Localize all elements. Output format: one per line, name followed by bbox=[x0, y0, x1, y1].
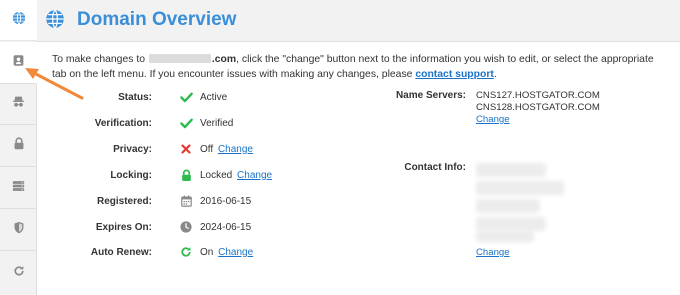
privacy-state: Off bbox=[200, 143, 214, 155]
detail-row-autorenew: Auto Renew: On Change bbox=[52, 243, 382, 261]
status-value: Active bbox=[200, 91, 228, 103]
contact-change-link[interactable]: Change bbox=[476, 247, 510, 258]
check-icon bbox=[176, 118, 196, 129]
locking-label: Locking: bbox=[110, 169, 152, 181]
registered-value: 2016-06-15 bbox=[200, 195, 252, 207]
shield-icon bbox=[13, 221, 25, 239]
sidebar-item-locking[interactable] bbox=[0, 126, 37, 167]
refresh-icon bbox=[176, 246, 196, 258]
sidebar-item-renewal[interactable] bbox=[0, 252, 37, 293]
globe-icon bbox=[45, 9, 65, 34]
nameservers-change-link[interactable]: Change bbox=[476, 114, 510, 125]
lock-icon bbox=[13, 137, 25, 155]
detail-row-registered: Registered: 2016-06-15 bbox=[52, 192, 382, 210]
check-icon bbox=[176, 92, 196, 103]
privacy-change-link[interactable]: Change bbox=[218, 144, 253, 155]
renew-icon bbox=[13, 264, 25, 282]
verification-value: Verified bbox=[200, 117, 234, 129]
domain-suffix: .com bbox=[211, 54, 237, 65]
x-icon bbox=[176, 144, 196, 154]
autorenew-change-link[interactable]: Change bbox=[218, 247, 253, 258]
detail-row-locking: Locking: Locked Change bbox=[52, 166, 382, 184]
detail-row-status: Status: Active bbox=[52, 88, 382, 106]
locking-state: Locked bbox=[200, 169, 233, 181]
clock-icon bbox=[176, 221, 196, 233]
privacy-label: Privacy: bbox=[113, 143, 152, 155]
nameservers-label: Name Servers: bbox=[395, 90, 466, 101]
registered-label: Registered: bbox=[96, 195, 152, 207]
detail-row-verification: Verification: Verified bbox=[52, 114, 382, 132]
autorenew-state: On bbox=[200, 246, 214, 258]
redacted-domain bbox=[148, 54, 211, 63]
verification-label: Verification: bbox=[94, 117, 152, 129]
globe-icon bbox=[12, 11, 26, 30]
contact-info-label: Contact Info: bbox=[404, 162, 466, 173]
expires-value: 2024-06-15 bbox=[200, 221, 252, 233]
sidebar-item-nameservers[interactable] bbox=[0, 168, 37, 209]
privacy-value: Off Change bbox=[200, 144, 253, 155]
locking-value: Locked Change bbox=[200, 170, 272, 181]
calendar-icon bbox=[176, 195, 196, 207]
detail-row-expires: Expires On: 2024-06-15 bbox=[52, 218, 382, 236]
lock-icon bbox=[176, 169, 196, 182]
page-title: Domain Overview bbox=[77, 9, 237, 30]
nameserver-2: CNS128.HOSTGATOR.COM bbox=[476, 102, 600, 113]
contact-support-link[interactable]: contact support bbox=[415, 69, 494, 80]
autorenew-value: On Change bbox=[200, 247, 253, 258]
locking-change-link[interactable]: Change bbox=[237, 170, 272, 181]
server-icon bbox=[12, 179, 25, 197]
intro-text: To make changes to .com, click the "chan… bbox=[52, 52, 670, 82]
nameserver-1: CNS127.HOSTGATOR.COM bbox=[476, 90, 600, 101]
sidebar-item-overview[interactable] bbox=[0, 0, 37, 41]
intro-end: . bbox=[493, 69, 497, 80]
autorenew-label: Auto Renew: bbox=[90, 246, 152, 258]
detail-row-privacy: Privacy: Off Change bbox=[52, 140, 382, 158]
expires-label: Expires On: bbox=[95, 221, 152, 233]
page-header: Domain Overview bbox=[37, 0, 680, 42]
sidebar-item-security[interactable] bbox=[0, 210, 37, 251]
sidebar bbox=[0, 0, 37, 295]
annotation-arrow-icon bbox=[25, 68, 84, 100]
